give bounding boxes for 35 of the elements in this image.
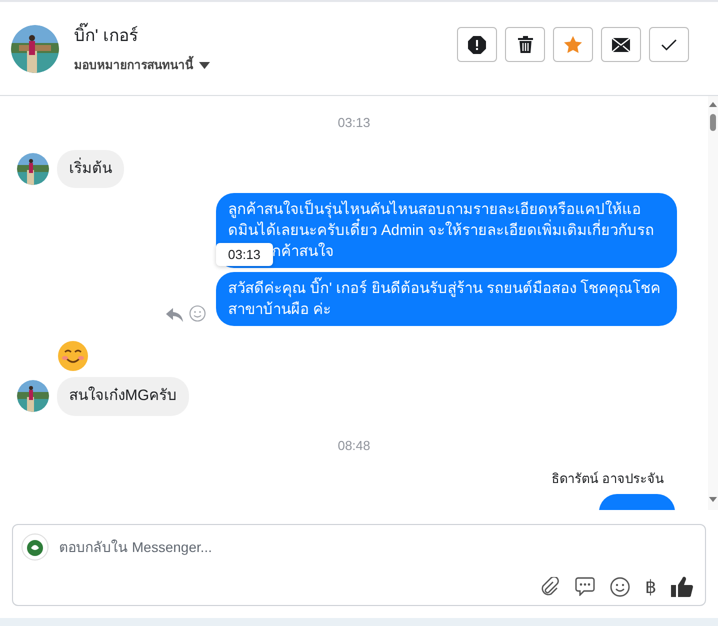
smiling-face-icon [57,340,89,372]
trash-icon [518,36,532,53]
reply-icon[interactable] [166,308,183,322]
time-tooltip: 03:13 [216,243,273,266]
envelope-icon [612,38,630,52]
currency-button[interactable]: ฿ [645,578,656,596]
scrollbar[interactable] [708,96,718,510]
scroll-down-icon[interactable] [709,497,717,502]
mail-button[interactable] [601,27,641,62]
reply-box[interactable]: ตอบกลับใน Messenger... ฿ [12,524,706,606]
done-button[interactable] [649,27,689,62]
message-bubble: ลูกค้าสนใจเป็นรุ่นไหนคันไหนสอบถามรายละเอียดหรือแคปให้แอ ดมินได้เลยนะครับเดี๋ยว Admin จะให้รายละเอียดเพิ่มเติมเกี่ยวกับรถ 03:13 กค้าสนใจ [216,193,677,268]
chat-bubble-icon[interactable] [575,577,595,596]
smiley-icon[interactable] [610,576,630,596]
star-icon [564,36,582,53]
scroll-thumb[interactable] [710,114,716,131]
sender-name: ธิดารัตน์ อาจประจัน [551,470,664,488]
message-bubble: เริ่มต้น [57,150,124,188]
paperclip-icon[interactable] [540,576,560,596]
scroll-up-icon[interactable] [709,102,717,107]
contact-name: บิ๊ก' เกอร์ [74,22,210,48]
caret-icon [199,62,210,69]
delete-button[interactable] [505,27,545,62]
page-logo-icon [21,533,49,561]
message-bubble: สวัสดีค่ะคุณ บิ๊ก' เกอร์ ยินดีต้อนรับสู่ร้าน รถยนต์มือสอง โชคคุณโชค สาขาบ้านผือ ค่ะ [216,272,677,326]
timestamp: 08:48 [338,436,370,454]
assign-dropdown[interactable]: มอบหมายการสนทนานี้ [74,56,210,74]
reply-input[interactable]: ตอบกลับใน Messenger... [59,536,697,558]
spam-button[interactable] [457,27,497,62]
timestamp: 03:13 [338,114,370,132]
star-button[interactable] [553,27,593,62]
alert-icon [468,36,486,54]
message-bubble: สนใจเก๋งMGครับ [57,377,190,416]
thumbs-up-icon[interactable] [671,576,693,597]
checkmark-icon [661,38,677,50]
